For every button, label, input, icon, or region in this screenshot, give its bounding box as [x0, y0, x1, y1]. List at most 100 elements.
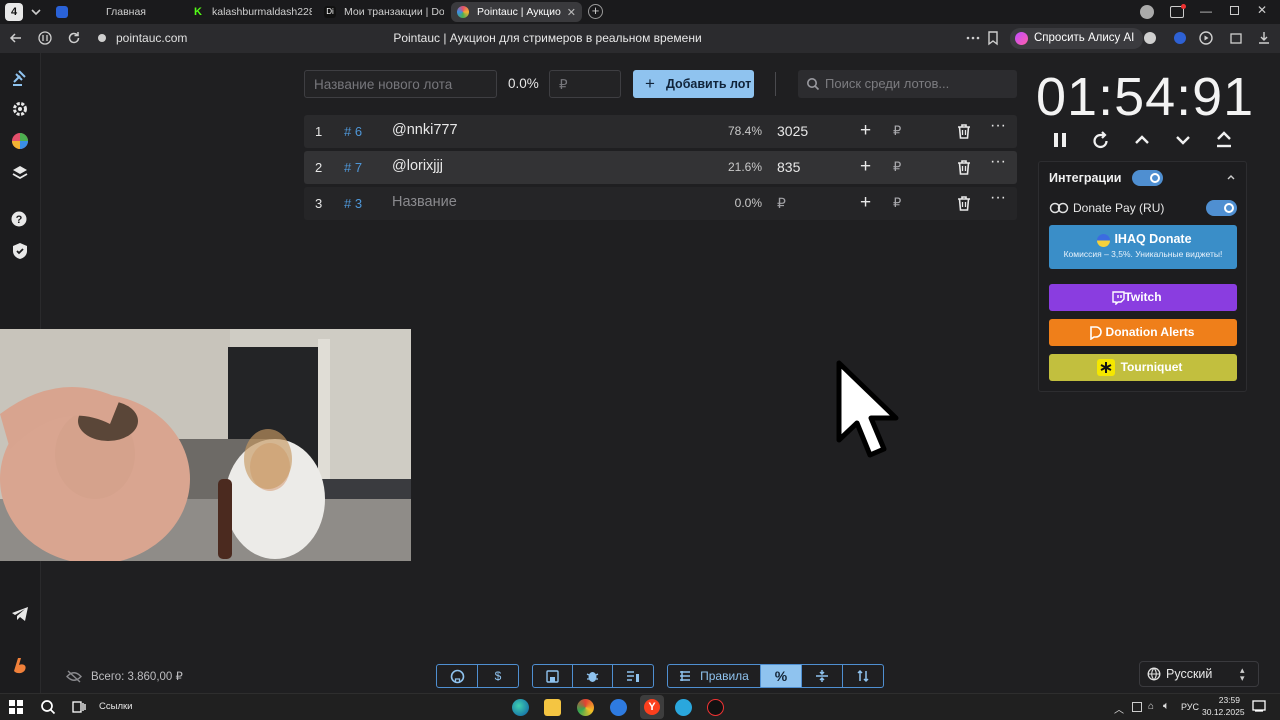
more-icon[interactable] [965, 30, 981, 46]
donate-pay-toggle[interactable] [1206, 200, 1237, 216]
chevron-up-icon[interactable]: ︿ [1114, 701, 1124, 716]
gear-icon[interactable] [10, 99, 30, 119]
chevron-down-icon[interactable] [28, 4, 44, 20]
add-amount-button[interactable]: + [860, 120, 871, 142]
donation-alerts-button[interactable]: Donation Alerts [1049, 319, 1237, 346]
globe-icon[interactable] [1142, 30, 1158, 46]
trash-icon[interactable] [957, 196, 971, 211]
lot-index: 2 [315, 160, 323, 175]
windows-start-icon[interactable] [9, 700, 23, 714]
tab-home[interactable]: Главная [50, 2, 180, 22]
lot-amount-input[interactable]: ₽ [777, 195, 786, 212]
search-icon[interactable] [40, 699, 56, 715]
network-icon[interactable]: ⌂ [1148, 701, 1154, 712]
shield-check-icon[interactable] [10, 241, 30, 261]
avatar[interactable] [1140, 5, 1154, 19]
ihaq-donate-button[interactable]: IHAQ Donate Комиссия – 3,5%. Уникальные … [1049, 225, 1237, 269]
taskbar-search-label[interactable]: Ссылки [99, 701, 132, 712]
currency-input[interactable]: ₽ [893, 195, 901, 211]
add-lot-button[interactable]: + Добавить лот [633, 70, 754, 98]
task-view-icon[interactable] [72, 700, 86, 714]
language-select[interactable]: Русский ▴ ▾ [1139, 661, 1259, 687]
lot-name[interactable]: @lorixjjj [392, 158, 443, 174]
more-options-icon[interactable]: ··· [990, 153, 1006, 171]
new-tab-button[interactable]: + [588, 4, 603, 19]
restart-icon[interactable] [1091, 130, 1111, 150]
notification-center-icon[interactable] [1252, 700, 1266, 713]
tab-pointauc[interactable]: Pointauc | Аукцион для ✕ [451, 2, 582, 22]
tab-label: Главная [106, 6, 146, 18]
more-options-icon[interactable]: ··· [990, 189, 1006, 207]
chevron-up-icon[interactable] [1225, 171, 1237, 183]
currency-input[interactable]: ₽ [893, 159, 901, 175]
search-input[interactable]: Поиск среди лотов... [798, 70, 1017, 98]
ask-alice-button[interactable]: Спросить Алису AI [1010, 28, 1144, 49]
percent-toggle[interactable]: % [761, 665, 802, 687]
chevron-up-icon[interactable] [1132, 130, 1152, 150]
eye-off-icon[interactable] [66, 670, 82, 683]
dollar-icon[interactable]: $ [478, 665, 518, 687]
check-app-icon[interactable] [610, 699, 627, 716]
new-lot-amount-input[interactable]: ₽ [549, 70, 621, 98]
bookmark-icon[interactable] [985, 30, 1001, 46]
table-row[interactable]: 1 # 6 @nnki777 78.4% 3025 + ₽ ··· [304, 115, 1017, 148]
table-row[interactable]: 2 # 7 @lorixjjj 21.6% 835 + ₽ ··· [304, 151, 1017, 184]
lot-amount[interactable]: 3025 [777, 123, 808, 139]
auction-gavel-icon[interactable] [10, 68, 30, 88]
collections-icon[interactable] [1228, 30, 1244, 46]
boosty-icon[interactable] [10, 656, 30, 676]
trash-icon[interactable] [957, 160, 971, 175]
bug-icon[interactable] [573, 665, 613, 687]
tab-donate[interactable]: Di Мои транзакции | Donate [318, 2, 444, 22]
folder-icon[interactable] [544, 699, 561, 716]
media-icon[interactable] [1198, 30, 1214, 46]
new-lot-name-input[interactable]: Название нового лота [304, 70, 497, 98]
yandex-browser-icon[interactable]: Y [640, 695, 664, 719]
minimize-button[interactable]: — [1200, 4, 1212, 18]
telegram-icon[interactable] [10, 604, 30, 624]
rules-button[interactable]: Правила [668, 665, 761, 687]
save-icon[interactable] [533, 665, 573, 687]
table-row[interactable]: 3 # 3 Название 0.0% ₽ + ₽ ··· [304, 187, 1017, 220]
keyboard-language[interactable]: РУС [1181, 702, 1199, 712]
close-icon[interactable]: ✕ [567, 6, 576, 19]
tools-button-group [532, 664, 654, 688]
more-options-icon[interactable]: ··· [990, 117, 1006, 135]
tab-kick[interactable]: K kalashburmaldash228 Stre [186, 2, 312, 22]
extension-icon[interactable] [1172, 30, 1188, 46]
twitch-button[interactable]: Twitch [1049, 284, 1237, 311]
tourniquet-button[interactable]: Tourniquet [1049, 354, 1237, 381]
double-chevron-up-icon[interactable] [1214, 130, 1234, 150]
currency-input[interactable]: ₽ [893, 123, 901, 139]
chevron-down-icon[interactable] [1173, 130, 1193, 150]
integrations-toggle[interactable] [1132, 170, 1163, 186]
maximize-button[interactable] [1230, 6, 1239, 15]
trash-icon[interactable] [957, 124, 971, 139]
lot-name-input[interactable]: Название [392, 194, 457, 210]
notification-icon[interactable] [1170, 4, 1186, 18]
help-icon[interactable]: ? [10, 209, 30, 229]
chrome-icon[interactable] [577, 699, 594, 716]
close-window-button[interactable]: ✕ [1257, 3, 1267, 17]
lot-amount[interactable]: 835 [777, 159, 800, 175]
wheel-icon[interactable] [10, 131, 30, 151]
pause-icon[interactable] [1050, 130, 1070, 150]
add-amount-button[interactable]: + [860, 192, 871, 214]
compress-icon[interactable] [802, 665, 843, 687]
layers-icon[interactable] [10, 163, 30, 183]
lot-name[interactable]: @nnki777 [392, 122, 458, 138]
clock-time[interactable]: 23:59 [1210, 695, 1240, 705]
telegram-icon[interactable] [675, 699, 692, 716]
donate-icon: Di [324, 6, 336, 18]
github-icon[interactable] [437, 665, 478, 687]
obs-icon[interactable] [707, 699, 724, 716]
clock-date[interactable]: 30.12.2025 [1202, 707, 1245, 717]
add-amount-button[interactable]: + [860, 156, 871, 178]
sort-icon[interactable] [843, 665, 883, 687]
volume-icon[interactable]: 🔈︎ [1163, 700, 1170, 713]
clear-list-icon[interactable] [613, 665, 653, 687]
edge-icon[interactable] [512, 699, 529, 716]
downloads-icon[interactable] [1256, 30, 1272, 46]
tray-app-icon[interactable] [1132, 702, 1142, 712]
tab-counter-button[interactable]: 4 [5, 3, 23, 21]
